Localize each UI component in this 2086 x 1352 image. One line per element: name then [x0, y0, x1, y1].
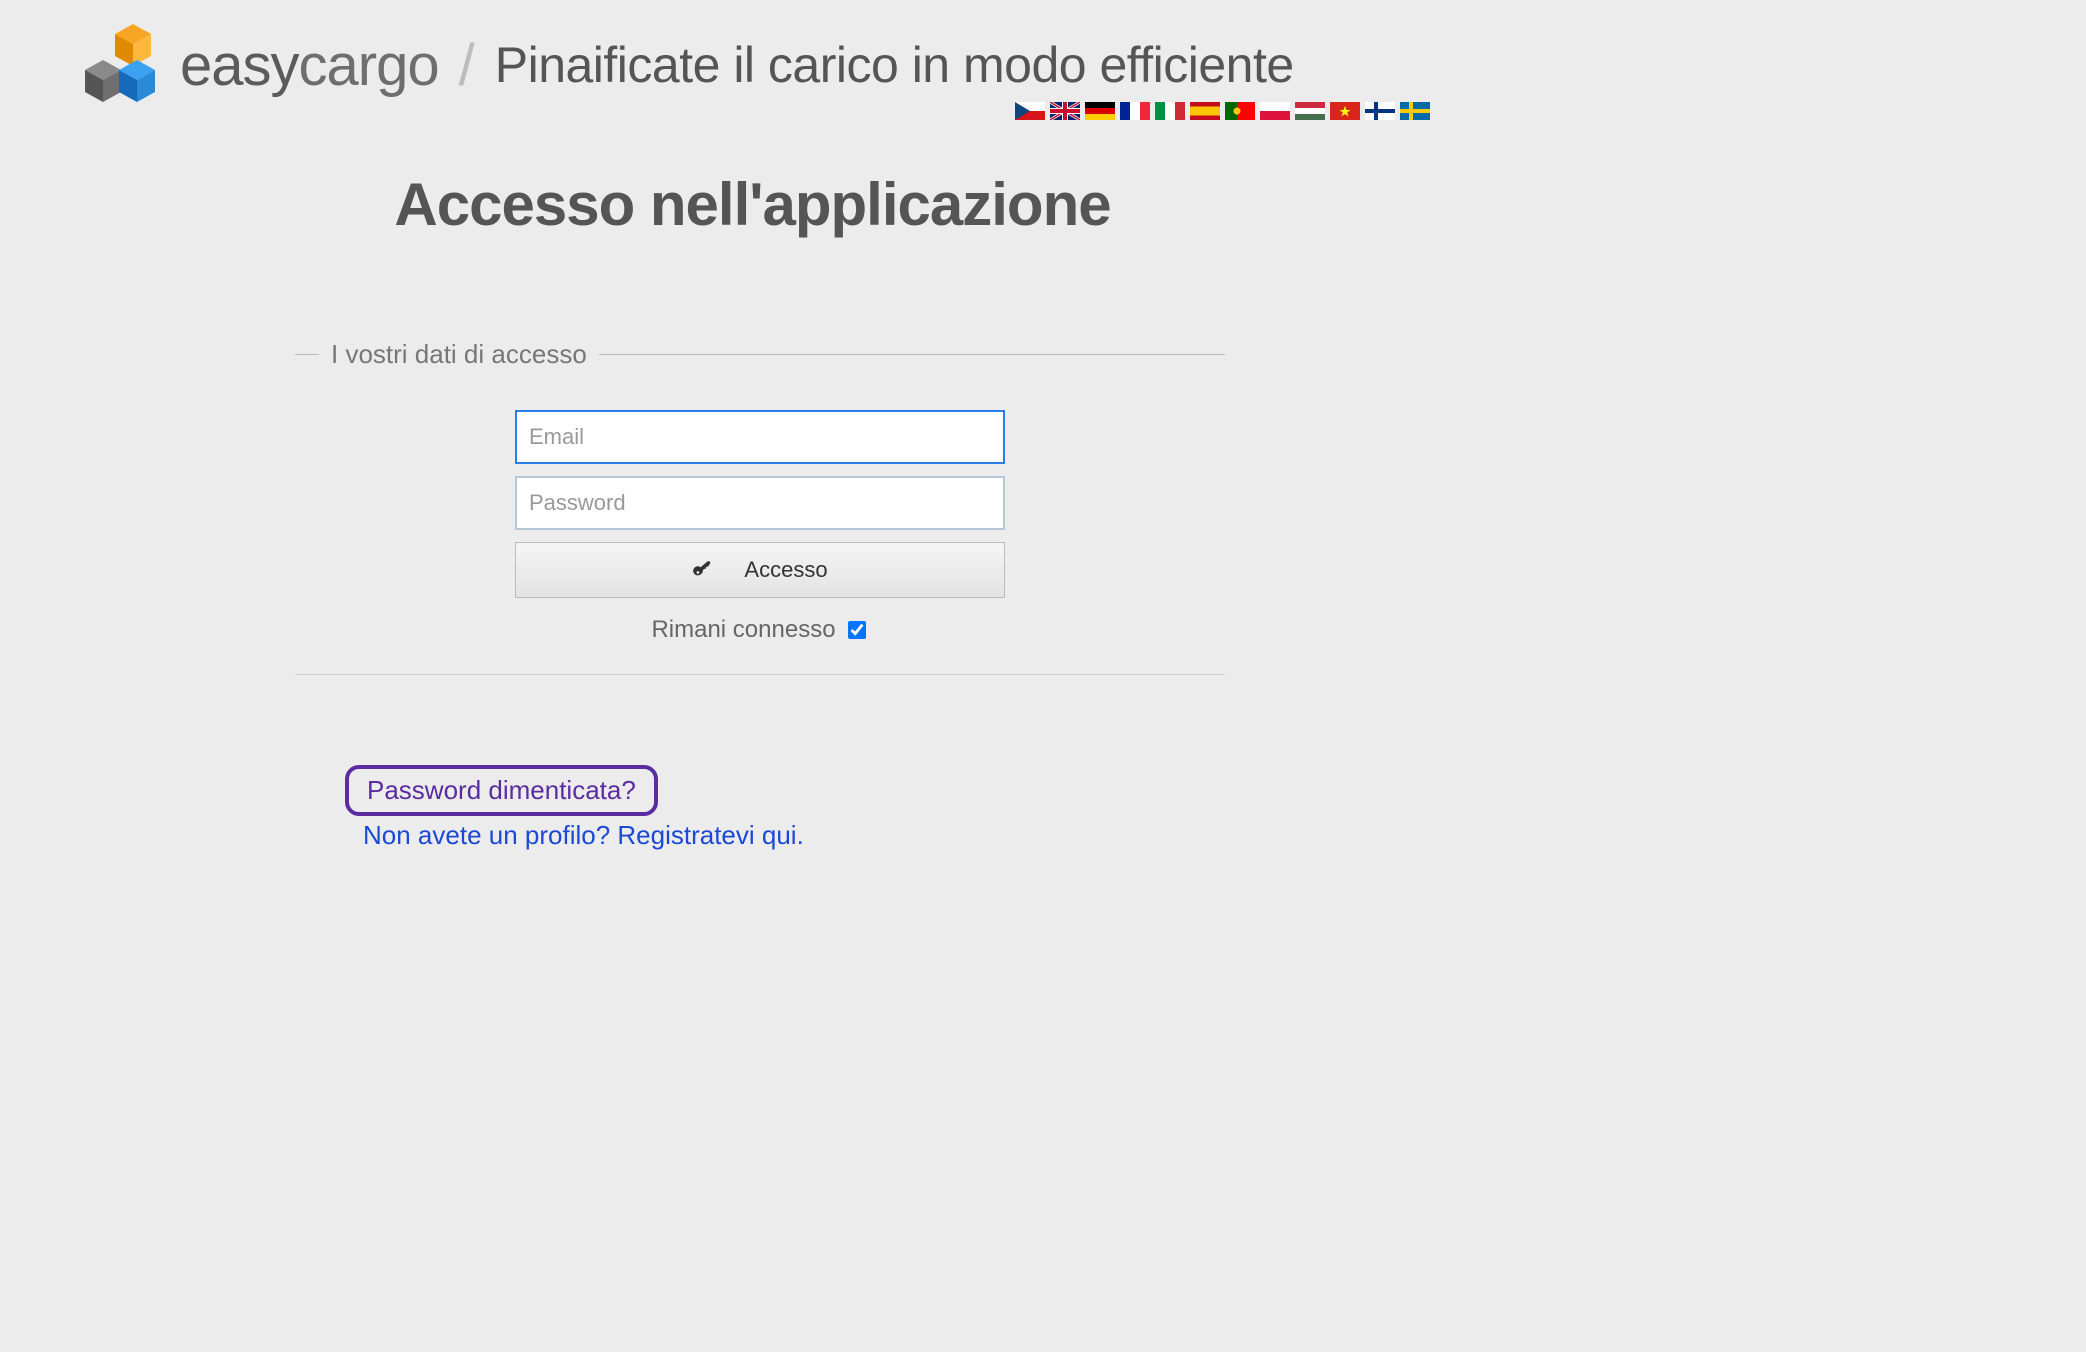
logo[interactable]: easycargo: [75, 20, 439, 110]
logo-text: easycargo: [180, 32, 439, 99]
links: Password dimenticata? Non avete un profi…: [295, 765, 1225, 851]
flag-gb-icon[interactable]: [1050, 102, 1080, 120]
flag-hu-icon[interactable]: [1295, 102, 1325, 120]
main: Accesso nell'applicazione I vostri dati …: [75, 170, 1430, 851]
tagline: Pinaificate il carico in modo efficiente: [495, 36, 1294, 94]
remember-row: Rimani connesso: [515, 616, 1005, 644]
legend: I vostri dati di accesso: [295, 339, 1225, 370]
header: easycargo / Pinaificate il carico in mod…: [75, 20, 1430, 110]
login-form: I vostri dati di accesso Accesso Rimani …: [295, 339, 1225, 851]
key-icon: [692, 559, 714, 581]
register-link[interactable]: Non avete un profilo? Registratevi qui.: [345, 820, 1225, 851]
password-field[interactable]: [515, 476, 1005, 530]
page-title: Accesso nell'applicazione: [75, 170, 1430, 239]
forgot-password-link[interactable]: Password dimenticata?: [345, 765, 658, 816]
legend-text: I vostri dati di accesso: [319, 339, 599, 370]
flag-fr-icon[interactable]: [1120, 102, 1150, 120]
login-button-label: Accesso: [744, 557, 827, 583]
flag-cz-icon[interactable]: [1015, 102, 1045, 120]
remember-label: Rimani connesso: [651, 616, 835, 644]
email-field[interactable]: [515, 410, 1005, 464]
flag-pt-icon[interactable]: [1225, 102, 1255, 120]
flag-pl-icon[interactable]: [1260, 102, 1290, 120]
login-button[interactable]: Accesso: [515, 542, 1005, 598]
flag-fi-icon[interactable]: [1365, 102, 1395, 120]
logo-cubes-icon: [75, 20, 165, 110]
flag-es-icon[interactable]: [1190, 102, 1220, 120]
flag-it-icon[interactable]: [1155, 102, 1185, 120]
separator-slash: /: [459, 32, 475, 99]
remember-checkbox[interactable]: [848, 621, 866, 639]
language-flags: [1015, 102, 1430, 120]
divider: [295, 674, 1225, 675]
flag-de-icon[interactable]: [1085, 102, 1115, 120]
flag-vn-icon[interactable]: [1330, 102, 1360, 120]
flag-se-icon[interactable]: [1400, 102, 1430, 120]
